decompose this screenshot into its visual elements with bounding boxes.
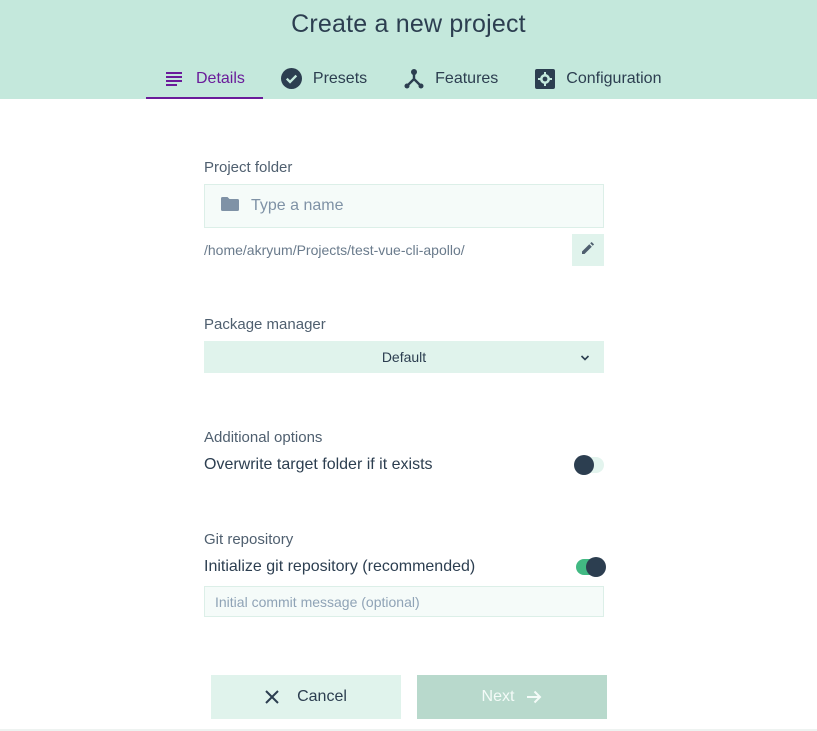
next-button[interactable]: Next — [417, 675, 607, 719]
cancel-button[interactable]: Cancel — [211, 675, 401, 719]
init-git-label: Initialize git repository (recommended) — [204, 558, 476, 575]
overwrite-toggle[interactable] — [574, 455, 604, 475]
package-manager-label: Package manager — [204, 316, 326, 333]
additional-options-label: Additional options — [204, 429, 323, 446]
project-folder-label: Project folder — [204, 159, 293, 176]
step-tabs: Details Presets Features Configuration — [146, 58, 679, 99]
next-label: Next — [481, 688, 515, 705]
device-hub-icon — [403, 68, 425, 90]
settings-applications-icon — [534, 68, 556, 90]
subject-icon — [164, 68, 186, 90]
package-manager-select[interactable]: Default — [204, 341, 604, 373]
project-path: /home/akryum/Projects/test-vue-cli-apoll… — [204, 242, 465, 258]
tab-features-label: Features — [435, 69, 499, 87]
arrow-forward-icon — [526, 689, 542, 705]
toggle-knob — [574, 455, 594, 475]
chevron-down-icon — [580, 350, 590, 366]
tab-features[interactable]: Features — [385, 58, 516, 99]
tab-configuration[interactable]: Configuration — [516, 58, 679, 99]
folder-icon — [221, 196, 239, 216]
project-name-input[interactable] — [251, 197, 591, 215]
edit-path-button[interactable] — [572, 234, 604, 266]
cancel-label: Cancel — [297, 688, 347, 705]
package-manager-value: Default — [381, 349, 427, 365]
toggle-knob — [586, 557, 606, 577]
init-git-toggle[interactable] — [576, 557, 606, 577]
tab-presets[interactable]: Presets — [263, 58, 385, 99]
tab-details-label: Details — [196, 69, 245, 87]
page-title: Create a new project — [291, 10, 526, 38]
top-header: Create a new project Details Presets Fea… — [0, 0, 817, 99]
tab-presets-label: Presets — [312, 69, 368, 87]
close-icon — [265, 690, 279, 704]
git-repository-label: Git repository — [204, 531, 294, 548]
pencil-icon — [582, 241, 594, 259]
project-folder-field[interactable] — [204, 184, 604, 228]
overwrite-label: Overwrite target folder if it exists — [204, 456, 433, 473]
check-circle-icon — [281, 68, 303, 90]
commit-message-input[interactable] — [204, 586, 604, 617]
tab-details[interactable]: Details — [146, 58, 263, 99]
tab-configuration-label: Configuration — [566, 69, 662, 87]
